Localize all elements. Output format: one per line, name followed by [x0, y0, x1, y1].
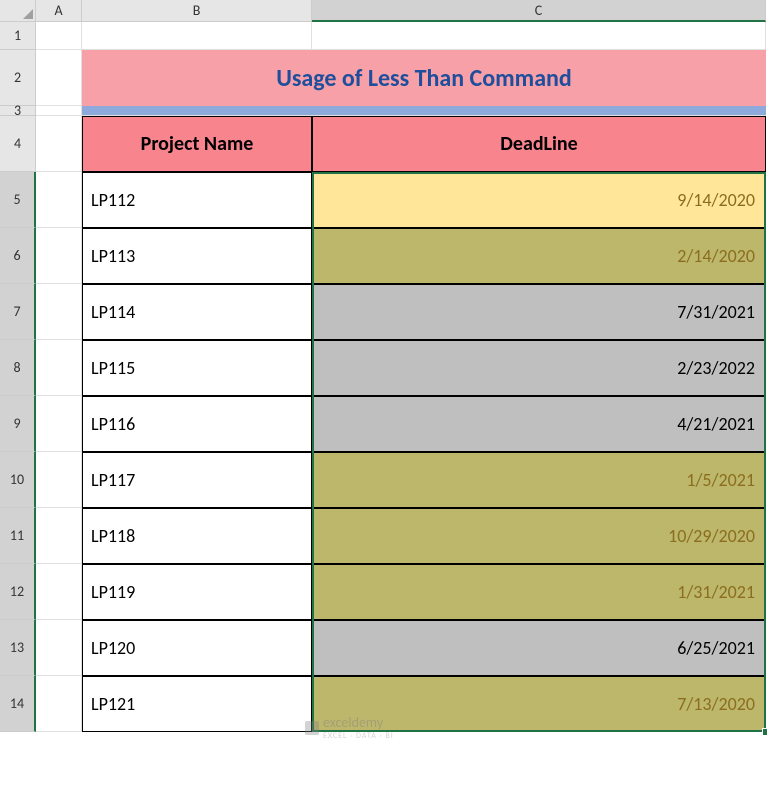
project-name-cell[interactable]: LP118: [82, 508, 312, 564]
watermark-text: exceldemy: [323, 714, 383, 731]
row-header-4[interactable]: 4: [0, 116, 36, 172]
watermark-subtext: EXCEL · DATA · BI: [323, 731, 394, 741]
row-header-14[interactable]: 14: [0, 676, 36, 732]
title-underline: [82, 106, 766, 116]
row-header-2[interactable]: 2: [0, 50, 36, 106]
project-name-cell[interactable]: LP113: [82, 228, 312, 284]
fill-handle[interactable]: [762, 728, 767, 736]
column-header-C[interactable]: C: [312, 0, 766, 22]
empty-cell[interactable]: [36, 172, 82, 228]
row-header-5[interactable]: 5: [0, 172, 36, 228]
empty-cell[interactable]: [36, 116, 82, 172]
deadline-cell[interactable]: 9/14/2020: [312, 172, 766, 228]
empty-cell[interactable]: [36, 452, 82, 508]
empty-cell[interactable]: [36, 676, 82, 732]
project-name-cell[interactable]: LP114: [82, 284, 312, 340]
empty-cell[interactable]: [36, 106, 82, 116]
empty-cell[interactable]: [36, 340, 82, 396]
project-name-cell[interactable]: LP112: [82, 172, 312, 228]
row-header-1[interactable]: 1: [0, 22, 36, 50]
column-header-A[interactable]: A: [36, 0, 82, 22]
row-header-11[interactable]: 11: [0, 508, 36, 564]
deadline-cell[interactable]: 2/14/2020: [312, 228, 766, 284]
empty-cell[interactable]: [36, 228, 82, 284]
deadline-cell[interactable]: 1/5/2021: [312, 452, 766, 508]
empty-cell[interactable]: [36, 508, 82, 564]
row-header-12[interactable]: 12: [0, 564, 36, 620]
spreadsheet-grid[interactable]: A B C 12 Usage of Less Than Command 34 Proj…: [0, 0, 767, 732]
empty-cell[interactable]: [82, 22, 312, 50]
deadline-cell[interactable]: 1/31/2021: [312, 564, 766, 620]
project-name-cell[interactable]: LP120: [82, 620, 312, 676]
project-name-cell[interactable]: LP116: [82, 396, 312, 452]
empty-cell[interactable]: [36, 620, 82, 676]
row-header-6[interactable]: 6: [0, 228, 36, 284]
empty-cell[interactable]: [36, 564, 82, 620]
header-deadline[interactable]: DeadLine: [312, 116, 766, 172]
row-header-8[interactable]: 8: [0, 340, 36, 396]
empty-cell[interactable]: [312, 22, 766, 50]
title-cell[interactable]: Usage of Less Than Command: [82, 50, 766, 106]
row-header-9[interactable]: 9: [0, 396, 36, 452]
row-header-10[interactable]: 10: [0, 452, 36, 508]
project-name-cell[interactable]: LP115: [82, 340, 312, 396]
column-header-B[interactable]: B: [82, 0, 312, 22]
row-header-7[interactable]: 7: [0, 284, 36, 340]
empty-cell[interactable]: [36, 22, 82, 50]
select-all-corner[interactable]: [0, 0, 36, 22]
deadline-cell[interactable]: 2/23/2022: [312, 340, 766, 396]
watermark-logo-icon: [305, 721, 319, 735]
deadline-cell[interactable]: 10/29/2020: [312, 508, 766, 564]
empty-cell[interactable]: [36, 50, 82, 106]
row-header-13[interactable]: 13: [0, 620, 36, 676]
empty-cell[interactable]: [36, 396, 82, 452]
deadline-cell[interactable]: 7/31/2021: [312, 284, 766, 340]
header-project-name[interactable]: Project Name: [82, 116, 312, 172]
project-name-cell[interactable]: LP119: [82, 564, 312, 620]
empty-cell[interactable]: [36, 284, 82, 340]
row-header-3[interactable]: 3: [0, 106, 36, 116]
watermark: exceldemy EXCEL · DATA · BI: [305, 714, 394, 741]
project-name-cell[interactable]: LP117: [82, 452, 312, 508]
project-name-cell[interactable]: LP121: [82, 676, 312, 732]
deadline-cell[interactable]: 4/21/2021: [312, 396, 766, 452]
deadline-cell[interactable]: 6/25/2021: [312, 620, 766, 676]
